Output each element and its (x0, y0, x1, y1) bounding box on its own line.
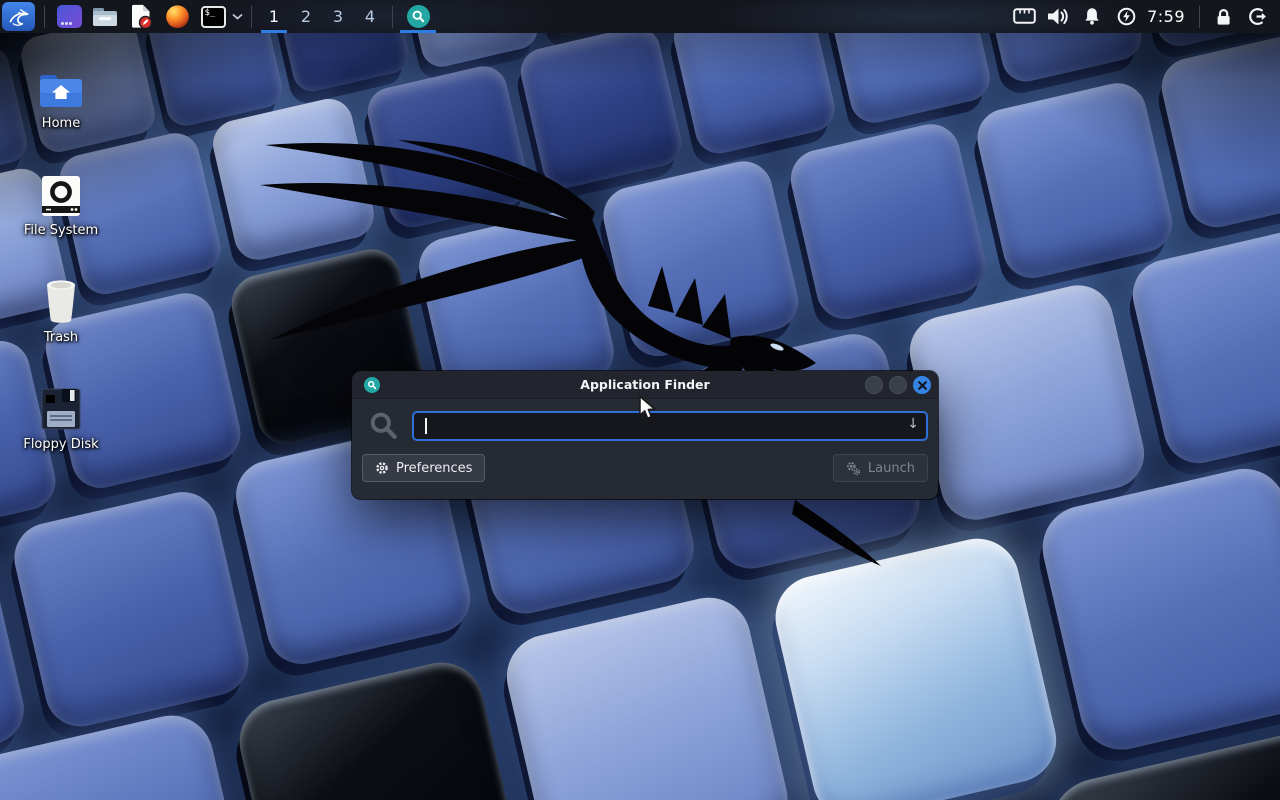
bell-icon (1083, 7, 1101, 26)
top-panel: $_ 1 2 3 4 (0, 0, 1280, 33)
workspace-switcher: 1 2 3 4 (258, 0, 386, 33)
application-finder-window: Application Finder ↓ (352, 371, 938, 499)
volume-icon (1047, 7, 1069, 26)
close-icon (918, 381, 927, 390)
volume-indicator[interactable] (1043, 2, 1073, 32)
clock[interactable]: 7:59 (1147, 7, 1185, 26)
close-button[interactable] (913, 376, 931, 394)
text-caret (425, 418, 427, 434)
desktop-icon-list: Home File System Trash (12, 50, 110, 478)
expand-results-icon[interactable]: ↓ (907, 416, 919, 432)
panel-separator (392, 6, 393, 28)
terminal-dropdown-button[interactable] (232, 13, 243, 20)
network-indicator[interactable] (1009, 2, 1039, 32)
power-manager-indicator[interactable] (1111, 2, 1141, 32)
workspace-2[interactable]: 2 (290, 0, 322, 33)
preferences-label: Preferences (396, 461, 472, 476)
window-switcher-launcher[interactable] (54, 2, 84, 32)
desktop-icon-floppy-disk[interactable]: Floppy Disk (12, 371, 110, 478)
firefox-icon (165, 4, 190, 29)
file-system-drive-icon (40, 157, 82, 217)
network-icon (1013, 8, 1036, 25)
kali-logo-icon (7, 5, 31, 29)
desktop-icon-label: Trash (44, 330, 78, 345)
logout-icon (1248, 7, 1267, 26)
home-folder-icon (38, 50, 84, 110)
kali-dragon-logo (250, 100, 930, 580)
lock-screen-button[interactable] (1208, 2, 1238, 32)
panel-separator (251, 6, 252, 28)
terminal-launcher[interactable]: $_ (198, 2, 228, 32)
workspace-4[interactable]: 4 (354, 0, 386, 33)
power-manager-icon (1117, 7, 1136, 26)
text-editor-icon (129, 4, 153, 29)
panel-separator (44, 6, 45, 28)
panel-separator (1199, 6, 1200, 28)
trash-empty-icon (42, 264, 80, 324)
search-icon (368, 410, 400, 442)
maximize-button[interactable] (889, 376, 907, 394)
window-switcher-icon (57, 5, 82, 28)
desktop-icon-trash[interactable]: Trash (12, 264, 110, 371)
minimize-button[interactable] (865, 376, 883, 394)
notifications-indicator[interactable] (1077, 2, 1107, 32)
window-icon-application-finder (364, 377, 380, 393)
window-title: Application Finder (352, 377, 938, 392)
lock-icon (1215, 7, 1232, 26)
floppy-disk-icon (40, 371, 82, 431)
launch-label: Launch (868, 461, 915, 476)
desktop-icon-label: Home (42, 116, 80, 131)
desktop-icon-label: File System (24, 223, 98, 238)
kali-menu-button[interactable] (2, 2, 35, 31)
file-manager-icon (92, 6, 118, 28)
firefox-launcher[interactable] (162, 2, 192, 32)
logout-button[interactable] (1242, 2, 1272, 32)
workspace-3[interactable]: 3 (322, 0, 354, 33)
launch-button[interactable]: Launch (833, 454, 928, 482)
workspace-1[interactable]: 1 (258, 0, 290, 33)
application-finder-icon (407, 5, 430, 28)
chevron-down-icon (232, 13, 243, 20)
desktop-icon-file-system[interactable]: File System (12, 157, 110, 264)
launch-gears-icon (846, 461, 861, 476)
panel-right: 7:59 (1007, 0, 1280, 33)
panel-left: $_ 1 2 3 4 (0, 0, 437, 33)
search-input[interactable] (412, 411, 928, 441)
preferences-button[interactable]: Preferences (362, 454, 485, 482)
mouse-cursor (636, 395, 658, 421)
taskbar-application-finder[interactable] (399, 0, 437, 33)
terminal-icon: $_ (201, 6, 226, 28)
text-editor-launcher[interactable] (126, 2, 156, 32)
gear-icon (375, 461, 389, 475)
desktop-icon-label: Floppy Disk (23, 437, 98, 452)
desktop-icon-home[interactable]: Home (12, 50, 110, 157)
file-manager-launcher[interactable] (90, 2, 120, 32)
